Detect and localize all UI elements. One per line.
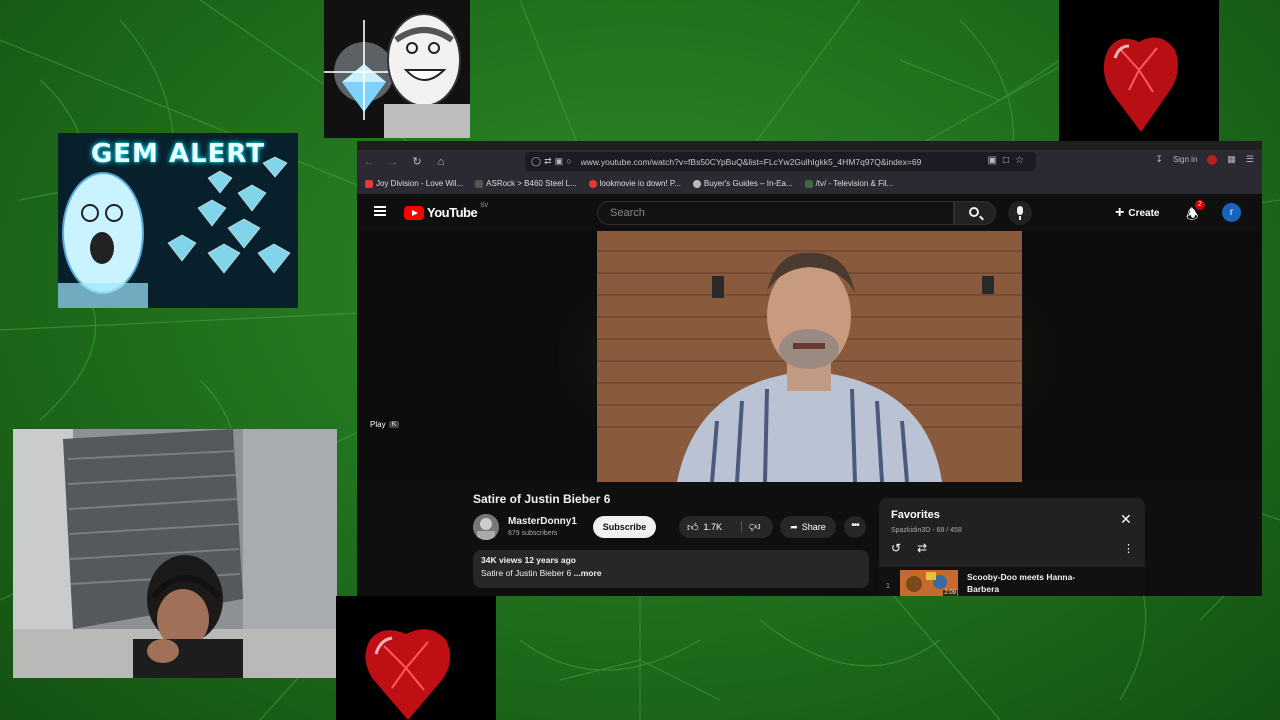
video-player[interactable]: Play K — [357, 231, 1262, 482]
play-shortcut-key: K — [388, 421, 400, 428]
account-avatar[interactable]: r — [1222, 203, 1241, 222]
bookmark-label: Buyer's Guides – In-Ea... — [703, 179, 793, 188]
meme-diamond-image — [324, 0, 470, 138]
channel-avatar-image — [473, 514, 499, 540]
bookmark-label: /tv/ - Television & Fil... — [815, 179, 894, 188]
show-more-link[interactable]: ...more — [574, 568, 602, 578]
browser-tab-strip — [357, 141, 1262, 150]
create-button[interactable]: + Create — [1115, 202, 1159, 224]
youtube-logo[interactable]: YouTube SV — [404, 203, 489, 220]
red-heart-gem-overlay-top — [1059, 0, 1219, 160]
kebab-menu-icon[interactable]: ⋮ — [1123, 542, 1134, 555]
extensions-puzzle-icon[interactable]: ▦ — [1227, 154, 1236, 165]
more-actions-button[interactable]: ••• — [844, 516, 866, 538]
subscribe-button[interactable]: Subscribe — [593, 516, 656, 538]
bookmark-favicon-icon — [475, 179, 484, 188]
reload-icon[interactable]: ↻ — [405, 155, 429, 168]
share-label: Share — [801, 522, 826, 532]
loop-icon[interactable]: ↺ — [891, 541, 901, 555]
share-button[interactable]: ➦ Share — [780, 516, 836, 538]
download-icon[interactable]: ↧ — [1155, 154, 1163, 165]
video-title: Satire of Justin Bieber 6 — [473, 492, 611, 506]
bookmark-favicon-icon — [365, 179, 373, 188]
bookmark-item[interactable]: Buyer's Guides – In-Ea... — [692, 179, 793, 188]
like-dislike-pill: 👍︎ 1.7K 👍︎ — [679, 516, 773, 538]
bookmark-item[interactable]: lookmovie io down! P... — [588, 179, 681, 188]
video-frame[interactable] — [597, 231, 1022, 482]
webcam-overlay — [13, 429, 337, 678]
thumbs-up-icon: 👍︎ — [687, 521, 699, 534]
voice-search-button[interactable] — [1008, 201, 1032, 225]
create-label: Create — [1128, 207, 1160, 219]
subscriber-count: 879 subscribers — [508, 530, 558, 537]
red-heart-gem-overlay-bottom — [336, 596, 496, 720]
meme-diamond-overlay — [324, 0, 470, 138]
sign-in-button[interactable]: Sign in — [1173, 155, 1197, 164]
channel-avatar[interactable] — [473, 514, 499, 540]
bookmark-label: lookmovie io down! P... — [599, 179, 681, 188]
playlist-item[interactable]: 1 2:09 Scooby-Doo meets Hanna-Barbera — [879, 567, 1145, 596]
url-text: www.youtube.com/watch?v=fBs50CYpBuQ&list… — [580, 156, 922, 167]
like-count: 1.7K — [703, 522, 723, 532]
bookmark-label: Joy Division - Love Wil... — [376, 179, 464, 188]
bookmarks-bar: Joy Division - Love Wil... ASRock > B460… — [357, 173, 1262, 194]
description-text: Satire of Justin Bieber 6 ...more — [481, 568, 861, 578]
description-box[interactable]: 34K views 12 years ago Satire of Justin … — [473, 550, 869, 588]
bookmark-label: ASRock > B460 Steel L... — [486, 179, 577, 188]
url-actions-icons[interactable]: ▣□☆ — [988, 155, 1030, 166]
search-button[interactable] — [954, 201, 996, 225]
playlist-item-title: Scooby-Doo meets Hanna-Barbera — [967, 572, 1076, 594]
like-button[interactable]: 👍︎ 1.7K — [687, 516, 722, 538]
share-arrow-icon: ➦ — [790, 521, 798, 532]
extension-icon[interactable] — [1207, 154, 1218, 165]
forward-arrow-icon[interactable]: → — [381, 156, 405, 168]
playlist-item-index: 1 — [886, 583, 890, 590]
gem-alert-caption: GEM ALERT — [90, 139, 266, 169]
views-and-date: 34K views 12 years ago — [481, 555, 576, 565]
playlist-title[interactable]: Favorites — [891, 509, 940, 521]
search-input[interactable]: Search — [597, 201, 954, 225]
bookmark-favicon-icon — [588, 179, 597, 188]
youtube-logo-text: YouTube — [427, 205, 478, 220]
channel-name[interactable]: MasterDonny1 — [508, 516, 577, 527]
notification-count-badge: 2 — [1195, 200, 1205, 210]
play-tooltip: Play K — [370, 420, 400, 429]
plus-icon: + — [1115, 204, 1125, 221]
thumbs-down-icon[interactable]: 👍︎ — [749, 520, 761, 533]
search-icon — [969, 207, 979, 217]
playlist-item-thumbnail: 2:09 — [900, 570, 958, 596]
bookmark-item[interactable]: ASRock > B460 Steel L... — [475, 179, 577, 188]
youtube-header: YouTube SV Search + Create 🕭 2 r — [357, 194, 1262, 231]
bookmark-favicon-icon — [692, 179, 701, 188]
webcam-feed — [13, 429, 337, 678]
video-frame-image — [597, 231, 1022, 482]
browser-toolbar: ← → ↻ ⌂ ◯⇄▣○ www.youtube.com/watch?v=fBs… — [357, 150, 1262, 173]
like-divider — [741, 521, 742, 533]
browser-window: ← → ↻ ⌂ ◯⇄▣○ www.youtube.com/watch?v=fBs… — [357, 141, 1262, 596]
microphone-icon — [1017, 206, 1023, 220]
bookmark-item[interactable]: /tv/ - Television & Fil... — [804, 179, 894, 188]
description-snippet: Satire of Justin Bieber 6 — [481, 568, 572, 578]
youtube-play-logo-icon — [404, 205, 424, 220]
playlist-subtitle: Spazkidin3D - 68 / 458 — [891, 527, 962, 534]
close-icon[interactable]: ✕ — [1120, 512, 1132, 526]
red-heart-gem-icon — [1059, 0, 1219, 160]
youtube-country-code: SV — [480, 203, 489, 209]
back-arrow-icon[interactable]: ← — [357, 156, 381, 168]
play-tooltip-label: Play — [370, 420, 386, 429]
playlist-item-duration: 2:09 — [943, 590, 957, 596]
menu-icon[interactable]: ☰ — [1246, 154, 1254, 165]
red-heart-gem-icon — [336, 596, 496, 720]
gem-alert-overlay: GEM ALERT — [58, 133, 298, 308]
bookmark-favicon-icon — [804, 179, 813, 188]
home-icon[interactable]: ⌂ — [429, 156, 453, 168]
toolbar-right-actions: ↧ Sign in ▦ ☰ — [1155, 154, 1254, 165]
hamburger-menu-icon[interactable] — [374, 206, 386, 216]
address-bar[interactable]: ◯⇄▣○ www.youtube.com/watch?v=fBs50CYpBuQ… — [525, 152, 1036, 171]
site-info-icons[interactable]: ◯⇄▣○ — [525, 156, 581, 167]
playlist-panel: Favorites Spazkidin3D - 68 / 458 ✕ ↺ ⇄ ⋮… — [879, 498, 1145, 596]
bookmark-item[interactable]: Joy Division - Love Wil... — [365, 179, 463, 188]
shuffle-icon[interactable]: ⇄ — [917, 541, 927, 555]
